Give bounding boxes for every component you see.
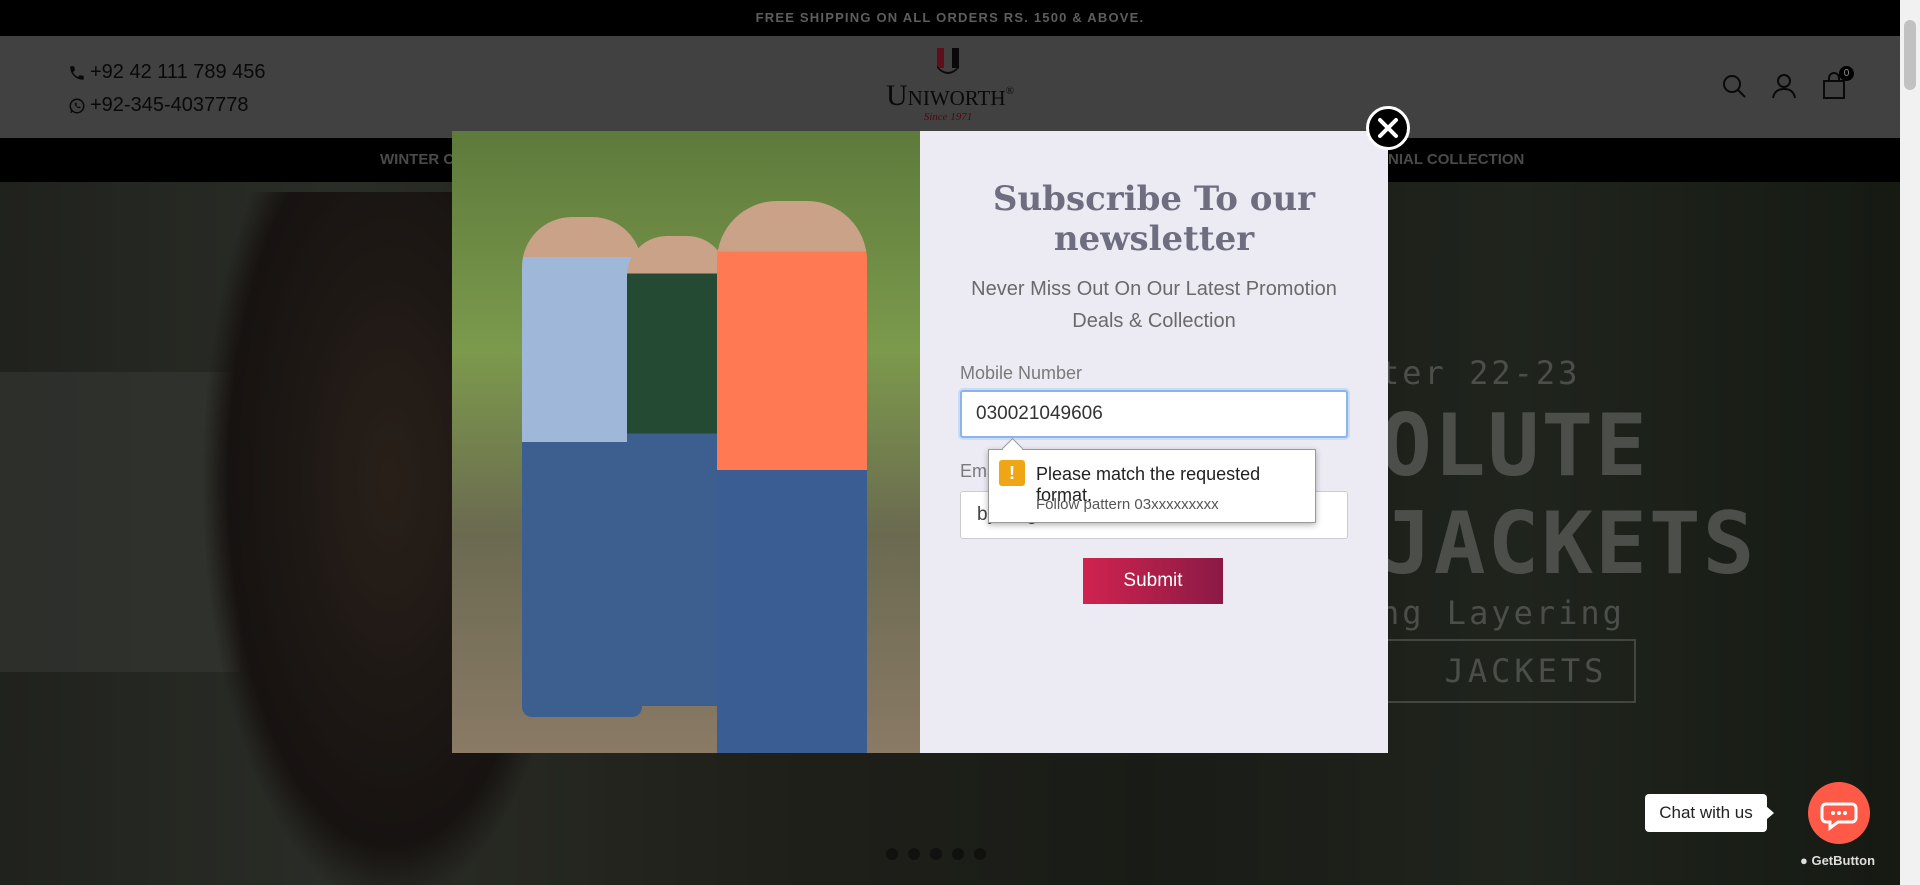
- validation-hint: Follow pattern 03xxxxxxxxx: [1036, 496, 1219, 513]
- newsletter-form: Subscribe To our newsletter Never Miss O…: [920, 131, 1388, 753]
- scrollbar-thumb[interactable]: [1904, 20, 1916, 90]
- newsletter-subtitle: Never Miss Out On Our Latest Promotion D…: [971, 278, 1337, 332]
- chat-label[interactable]: Chat with us: [1645, 794, 1774, 832]
- model-middle: [627, 236, 727, 706]
- modal-close-button[interactable]: [1366, 106, 1410, 150]
- mobile-number-label: Mobile Number: [960, 363, 1083, 383]
- validation-tooltip: ! Please match the requested format. Fol…: [988, 449, 1316, 523]
- mobile-number-input[interactable]: [960, 390, 1348, 438]
- model-right: [717, 201, 867, 753]
- close-icon: [1378, 118, 1398, 138]
- chat-button[interactable]: [1808, 782, 1870, 844]
- chat-bubble-icon: [1820, 802, 1858, 831]
- submit-button[interactable]: Submit: [1083, 558, 1223, 604]
- page-scrollbar[interactable]: [1900, 0, 1920, 885]
- getbutton-credit[interactable]: ● GetButton: [1800, 853, 1875, 868]
- newsletter-modal: Subscribe To our newsletter Never Miss O…: [452, 131, 1388, 753]
- newsletter-photo: [452, 131, 920, 753]
- getbutton-brand: GetButton: [1811, 853, 1876, 868]
- newsletter-title: Subscribe To our newsletter: [992, 179, 1316, 259]
- warning-icon: !: [999, 460, 1025, 486]
- model-left: [522, 217, 642, 717]
